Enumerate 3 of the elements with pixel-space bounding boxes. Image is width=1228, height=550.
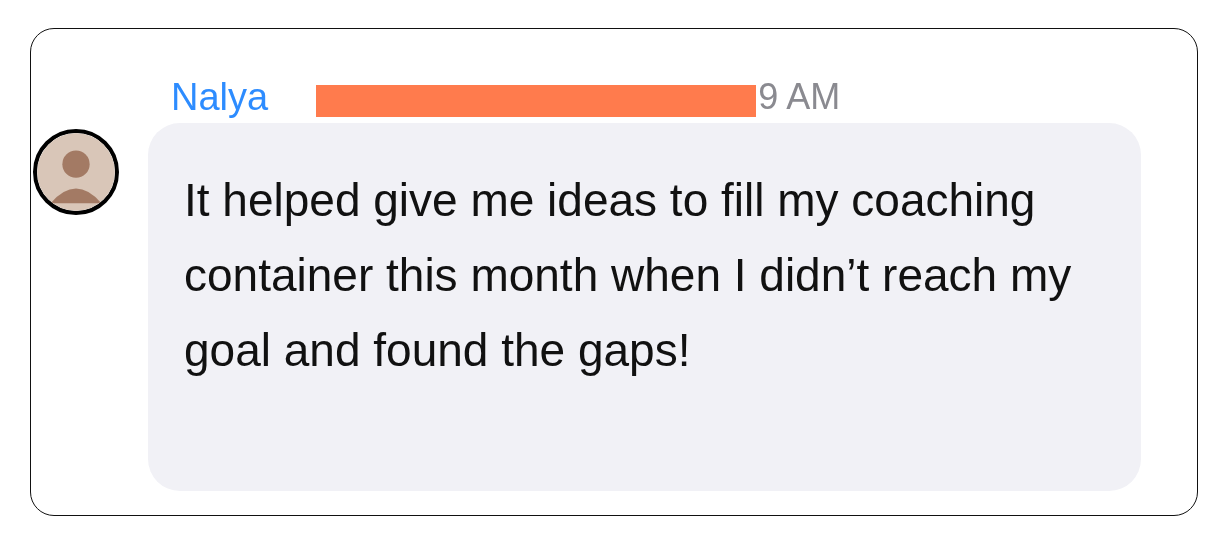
author-name[interactable]: Nalya (171, 77, 269, 117)
timestamp: 9 AM (758, 77, 841, 117)
message-text: It helped give me ideas to fill my coaching container this month when I didn’t reach my goal and found the gaps! (184, 173, 1073, 378)
